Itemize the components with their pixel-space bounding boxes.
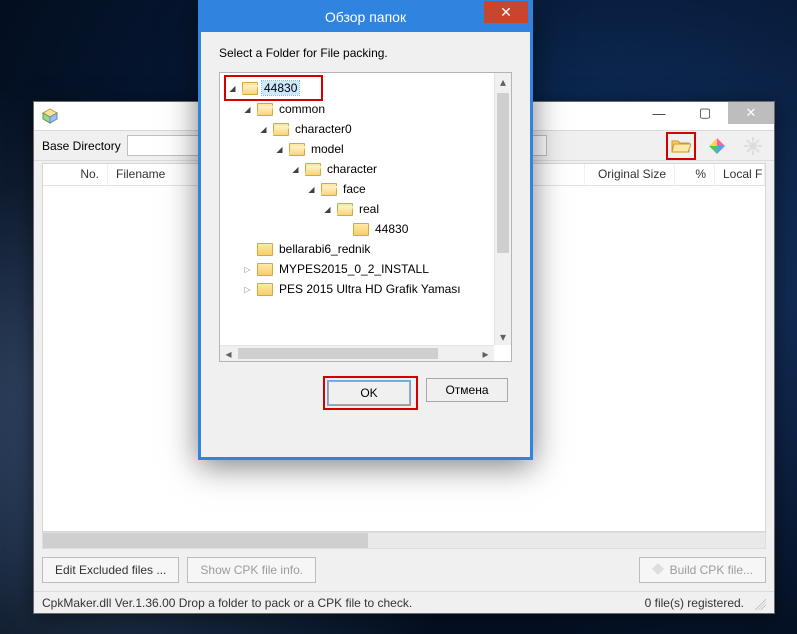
tree-node-label: character	[325, 162, 379, 176]
show-cpk-info-button: Show CPK file info.	[187, 557, 316, 583]
settings-diamond-button[interactable]	[704, 134, 730, 158]
maximize-button[interactable]: ▢	[682, 102, 728, 124]
collapse-icon[interactable]: ◢	[227, 84, 238, 93]
tree-node[interactable]: ◢ real	[226, 199, 493, 219]
tree-node[interactable]: ◢ 44830	[227, 78, 299, 98]
open-folder-button[interactable]	[668, 134, 694, 158]
folder-icon	[257, 243, 273, 256]
col-original-size[interactable]: Original Size	[585, 164, 675, 185]
tree-node-label: common	[277, 102, 327, 116]
dialog-close-button[interactable]: ✕	[484, 1, 528, 23]
tree-node-label: face	[341, 182, 368, 196]
tree-node[interactable]: ◢ face	[226, 179, 493, 199]
folder-icon	[257, 263, 273, 276]
collapse-icon[interactable]: ◢	[242, 105, 253, 114]
scroll-up-icon[interactable]: ▴	[495, 73, 511, 90]
app-icon	[42, 108, 58, 124]
dialog-titlebar[interactable]: Обзор папок ✕	[201, 2, 530, 32]
highlight-box: ◢ 44830	[226, 77, 321, 99]
base-directory-label: Base Directory	[42, 139, 121, 153]
scroll-left-icon[interactable]: ◂	[220, 346, 237, 361]
dialog-instruction: Select a Folder for File packing.	[219, 46, 512, 60]
folder-icon	[337, 203, 353, 216]
col-local[interactable]: Local F	[715, 164, 765, 185]
tree-vertical-scrollbar[interactable]: ▴ ▾	[494, 73, 511, 345]
resize-grip[interactable]	[752, 596, 766, 610]
tree-node-label: PES 2015 Ultra HD Grafik Yaması	[277, 282, 463, 296]
minimize-button[interactable]: —	[636, 102, 682, 124]
tree-node[interactable]: 44830	[226, 219, 493, 239]
col-no[interactable]: No.	[43, 164, 108, 185]
build-cpk-button: Build CPK file...	[639, 557, 766, 583]
grid-horizontal-scrollbar[interactable]	[42, 532, 766, 549]
tree-node[interactable]: bellarabi6_rednik	[226, 239, 493, 259]
gear-button[interactable]	[740, 134, 766, 158]
tree-node-label: character0	[293, 122, 354, 136]
folder-icon	[305, 163, 321, 176]
folder-icon	[289, 143, 305, 156]
collapse-icon[interactable]: ◢	[258, 125, 269, 134]
collapse-icon[interactable]: ◢	[290, 165, 301, 174]
scroll-right-icon[interactable]: ▸	[477, 346, 494, 361]
col-percent[interactable]: %	[675, 164, 715, 185]
tree-hscroll-thumb[interactable]	[238, 348, 438, 359]
tree-node-label: 44830	[373, 222, 410, 236]
tree-horizontal-scrollbar[interactable]: ◂ ▸	[220, 345, 494, 361]
tree-node-label: bellarabi6_rednik	[277, 242, 372, 256]
tree-node[interactable]: ◢ common	[226, 99, 493, 119]
tree-node[interactable]: ◢ character	[226, 159, 493, 179]
folder-icon	[257, 283, 273, 296]
folder-icon	[257, 103, 273, 116]
collapse-icon[interactable]: ◢	[274, 145, 285, 154]
tree-node-label: model	[309, 142, 346, 156]
tree-node[interactable]: ▷ PES 2015 Ultra HD Grafik Yaması	[226, 279, 493, 299]
scroll-down-icon[interactable]: ▾	[495, 328, 511, 345]
folder-icon	[242, 82, 258, 95]
tree-node-label: MYPES2015_0_2_INSTALL	[277, 262, 431, 276]
status-right: 0 file(s) registered.	[645, 596, 744, 610]
tree-node[interactable]: ▷ MYPES2015_0_2_INSTALL	[226, 259, 493, 279]
folder-tree[interactable]: ◢ 44830 ◢ common ◢ character0 ◢ model ◢ character…	[219, 72, 512, 362]
expand-icon[interactable]: ▷	[242, 285, 253, 294]
tree-node[interactable]: ◢ model	[226, 139, 493, 159]
edit-excluded-button[interactable]: Edit Excluded files ...	[42, 557, 179, 583]
folder-icon	[321, 183, 337, 196]
folder-icon	[273, 123, 289, 136]
status-bar: CpkMaker.dll Ver.1.36.00 Drop a folder t…	[34, 591, 774, 613]
tree-node-label: 44830	[262, 81, 299, 95]
expand-icon[interactable]: ▷	[242, 265, 253, 274]
tree-node-label: real	[357, 202, 381, 216]
collapse-icon[interactable]: ◢	[306, 185, 317, 194]
tree-scroll-thumb[interactable]	[497, 93, 509, 253]
collapse-icon[interactable]: ◢	[322, 205, 333, 214]
diamond-icon	[652, 563, 664, 578]
build-cpk-label: Build CPK file...	[670, 563, 753, 577]
tree-node[interactable]: ◢ character0	[226, 119, 493, 139]
folder-browse-dialog: Обзор папок ✕ Select a Folder for File p…	[198, 0, 533, 460]
folder-icon	[353, 223, 369, 236]
dialog-title: Обзор папок	[201, 9, 530, 25]
ok-button[interactable]: OK	[328, 381, 410, 405]
status-left: CpkMaker.dll Ver.1.36.00 Drop a folder t…	[42, 596, 412, 610]
close-button[interactable]: ✕	[728, 102, 774, 124]
cancel-button[interactable]: Отмена	[426, 378, 508, 402]
